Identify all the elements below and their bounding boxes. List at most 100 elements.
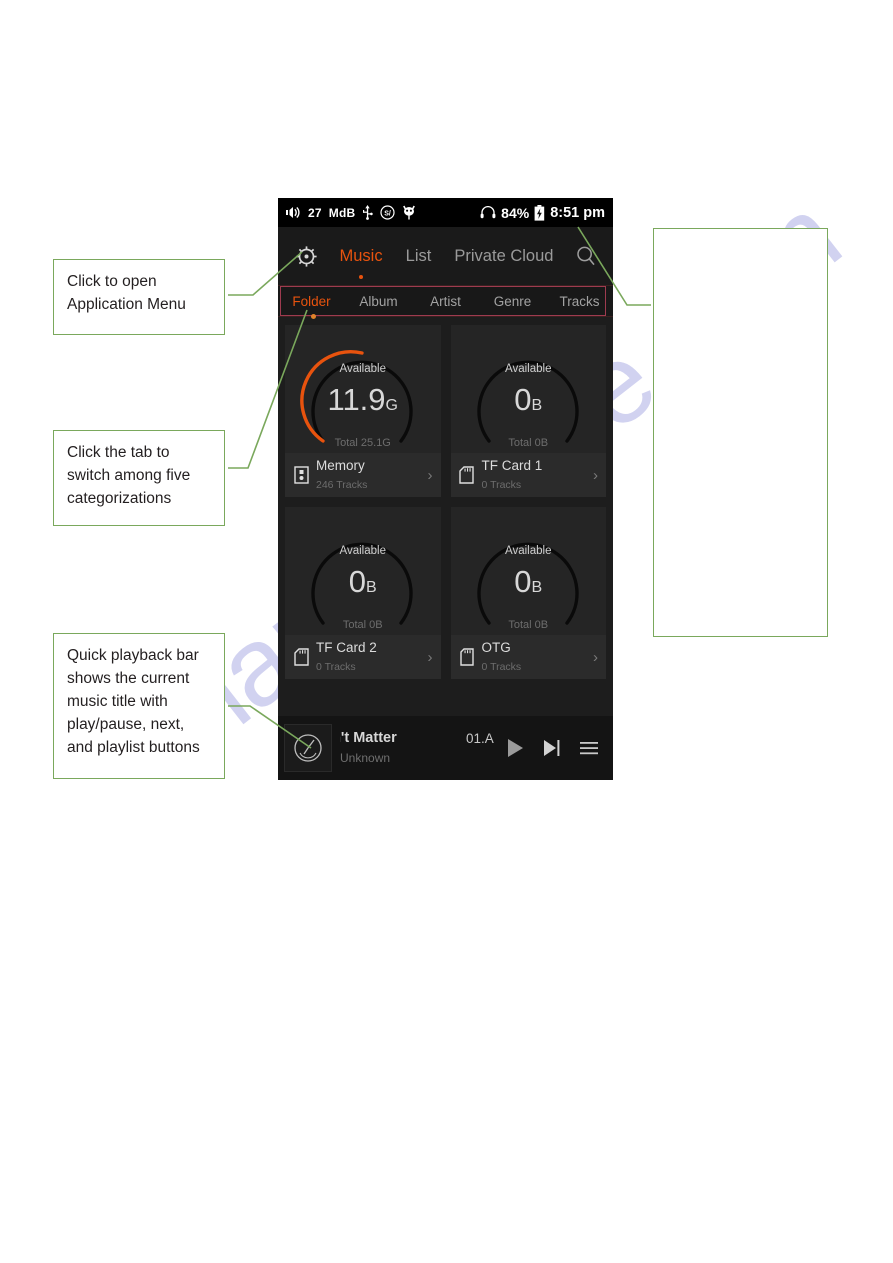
card-track-count: 0 Tracks [316,661,356,673]
track-artist: Unknown [340,751,391,765]
card-footer-text: TF Card 2 0 Tracks [316,639,428,675]
gauge-value: 0B [451,563,607,607]
gauge-value-number: 0 [514,382,532,417]
sd-card-icon [457,466,477,484]
tab-artist[interactable]: Artist [412,294,479,309]
card-track-count: 0 Tracks [481,479,522,491]
gauge-value-number: 0 [348,564,367,599]
nav-item-label: Music [339,246,383,265]
tab-album[interactable]: Album [345,294,412,309]
card-name: Memory [316,458,365,473]
storage-card-memory[interactable]: Available 11.9G Total 25.1G Memory 246 T… [285,325,441,497]
gauge-available-label: Available [505,363,552,375]
otg-icon [457,648,477,666]
card-footer-text: TF Card 1 0 Tracks [482,457,594,493]
sq-circle-icon: S/ [380,205,395,220]
nav-item-private-cloud[interactable]: Private Cloud [454,247,553,266]
card-footer-text: OTG 0 Tracks [482,639,594,675]
gauge-total: Total 0B [508,437,549,449]
nav-item-label: List [405,246,432,265]
battery-charging-icon [534,204,545,221]
gauge-value-unit: B [531,397,543,414]
chevron-right-icon[interactable]: › [428,649,435,666]
tab-label: Genre [493,293,532,309]
status-clock: 8:51 pm [550,204,605,221]
card-footer[interactable]: TF Card 1 0 Tracks › [450,453,606,497]
tab-label: Album [359,293,398,309]
storage-card-grid: Available 11.9G Total 25.1G Memory 246 T… [285,325,606,679]
gauge-total: Total 0B [508,619,549,631]
svg-text:S/: S/ [385,210,392,217]
album-art[interactable] [284,724,332,772]
gauge-value: 11.9G [285,381,441,425]
play-icon[interactable] [496,737,533,759]
card-footer[interactable]: TF Card 2 0 Tracks › [285,635,441,679]
gauge-available-label: Available [505,545,552,557]
nav-item-label: Private Cloud [454,246,554,265]
internal-memory-icon [291,466,311,484]
battery-percent: 84% [501,204,530,221]
storage-card-tf-card-1[interactable]: Available 0B Total 0B TF Card 1 0 Tracks… [450,325,607,497]
headphone-icon [480,206,496,219]
callout-application-menu: Click to open Application Menu [53,259,225,335]
tab-callout-anchor-dot [311,314,316,319]
gauge-value-unit: B [366,579,377,596]
gauge-disc-icon [294,734,322,762]
device-screenshot: 27 MdB S/ 84% 8:51 pm Music List Private… [278,198,613,780]
gauge-tf-card-1: Available 0B Total 0B [451,325,607,453]
track-metadata: sn't Matter Unknown 01.A [340,727,496,769]
gear-icon[interactable] [288,244,324,269]
gauge-otg: Available 0B Total 0B [451,507,607,635]
sd-card-icon [291,648,311,666]
gauge-available-label: Available [339,363,386,375]
nav-active-dot [359,274,364,279]
owl-icon [402,205,416,220]
next-track-icon[interactable] [533,737,570,759]
card-footer[interactable]: Memory 246 Tracks › [285,453,441,497]
storage-card-grid-wrapper: Available 11.9G Total 25.1G Memory 246 T… [278,317,613,745]
gauge-value-number: 0 [514,564,532,599]
callout-playback-bar: Quick playback bar shows the current mus… [53,633,225,779]
chevron-right-icon[interactable]: › [593,649,600,666]
card-track-count: 246 Tracks [316,479,368,491]
volume-value: 27 [308,205,322,220]
chevron-right-icon[interactable]: › [428,467,435,484]
tab-label: Folder [292,293,331,309]
gauge-tf-card-2: Available 0B Total 0B [285,507,441,635]
speaker-icon [286,206,301,219]
nav-item-list[interactable]: List [406,247,432,266]
gauge-total: Total 25.1G [334,437,391,449]
callout-category-tabs: Click the tab to switch among five categ… [53,430,225,526]
search-icon[interactable] [569,245,603,267]
nav-item-list: Music List Private Cloud [324,246,569,279]
card-track-count: 0 Tracks [481,661,522,673]
card-footer[interactable]: OTG 0 Tracks › [450,635,606,679]
nav-item-music[interactable]: Music [339,246,383,279]
track-title: sn't Matter [340,730,397,746]
card-name: TF Card 2 [316,640,377,655]
usb-icon [362,205,374,220]
chevron-right-icon[interactable]: › [593,467,600,484]
tab-folder[interactable]: Folder [278,294,345,309]
gauge-value: 0B [285,563,441,607]
quick-playback-bar: sn't Matter Unknown 01.A [278,716,613,780]
card-footer-text: Memory 246 Tracks [316,457,428,493]
callout-empty-box [653,228,828,637]
storage-card-otg[interactable]: Available 0B Total 0B OTG 0 Tracks › [450,507,607,679]
status-bar: 27 MdB S/ 84% 8:51 pm [278,198,613,227]
track-filename: 01.A [466,731,494,746]
volume-unit: MdB [328,205,356,220]
storage-card-tf-card-2[interactable]: Available 0B Total 0B TF Card 2 0 Tracks… [285,507,441,679]
gauge-memory: Available 11.9G Total 25.1G [285,325,441,453]
tab-genre[interactable]: Genre [479,294,546,309]
gauge-value-unit: B [531,579,543,596]
gauge-value: 0B [451,381,607,425]
tab-label: Tracks [559,293,600,309]
gauge-value-unit: G [385,397,398,414]
category-tab-bar: Folder Album Artist Genre Tracks [278,285,613,319]
playlist-icon[interactable] [570,739,607,757]
card-name: TF Card 1 [481,458,543,473]
gauge-available-label: Available [339,545,386,557]
top-nav-bar: Music List Private Cloud [278,227,613,285]
tab-tracks[interactable]: Tracks [546,294,613,309]
